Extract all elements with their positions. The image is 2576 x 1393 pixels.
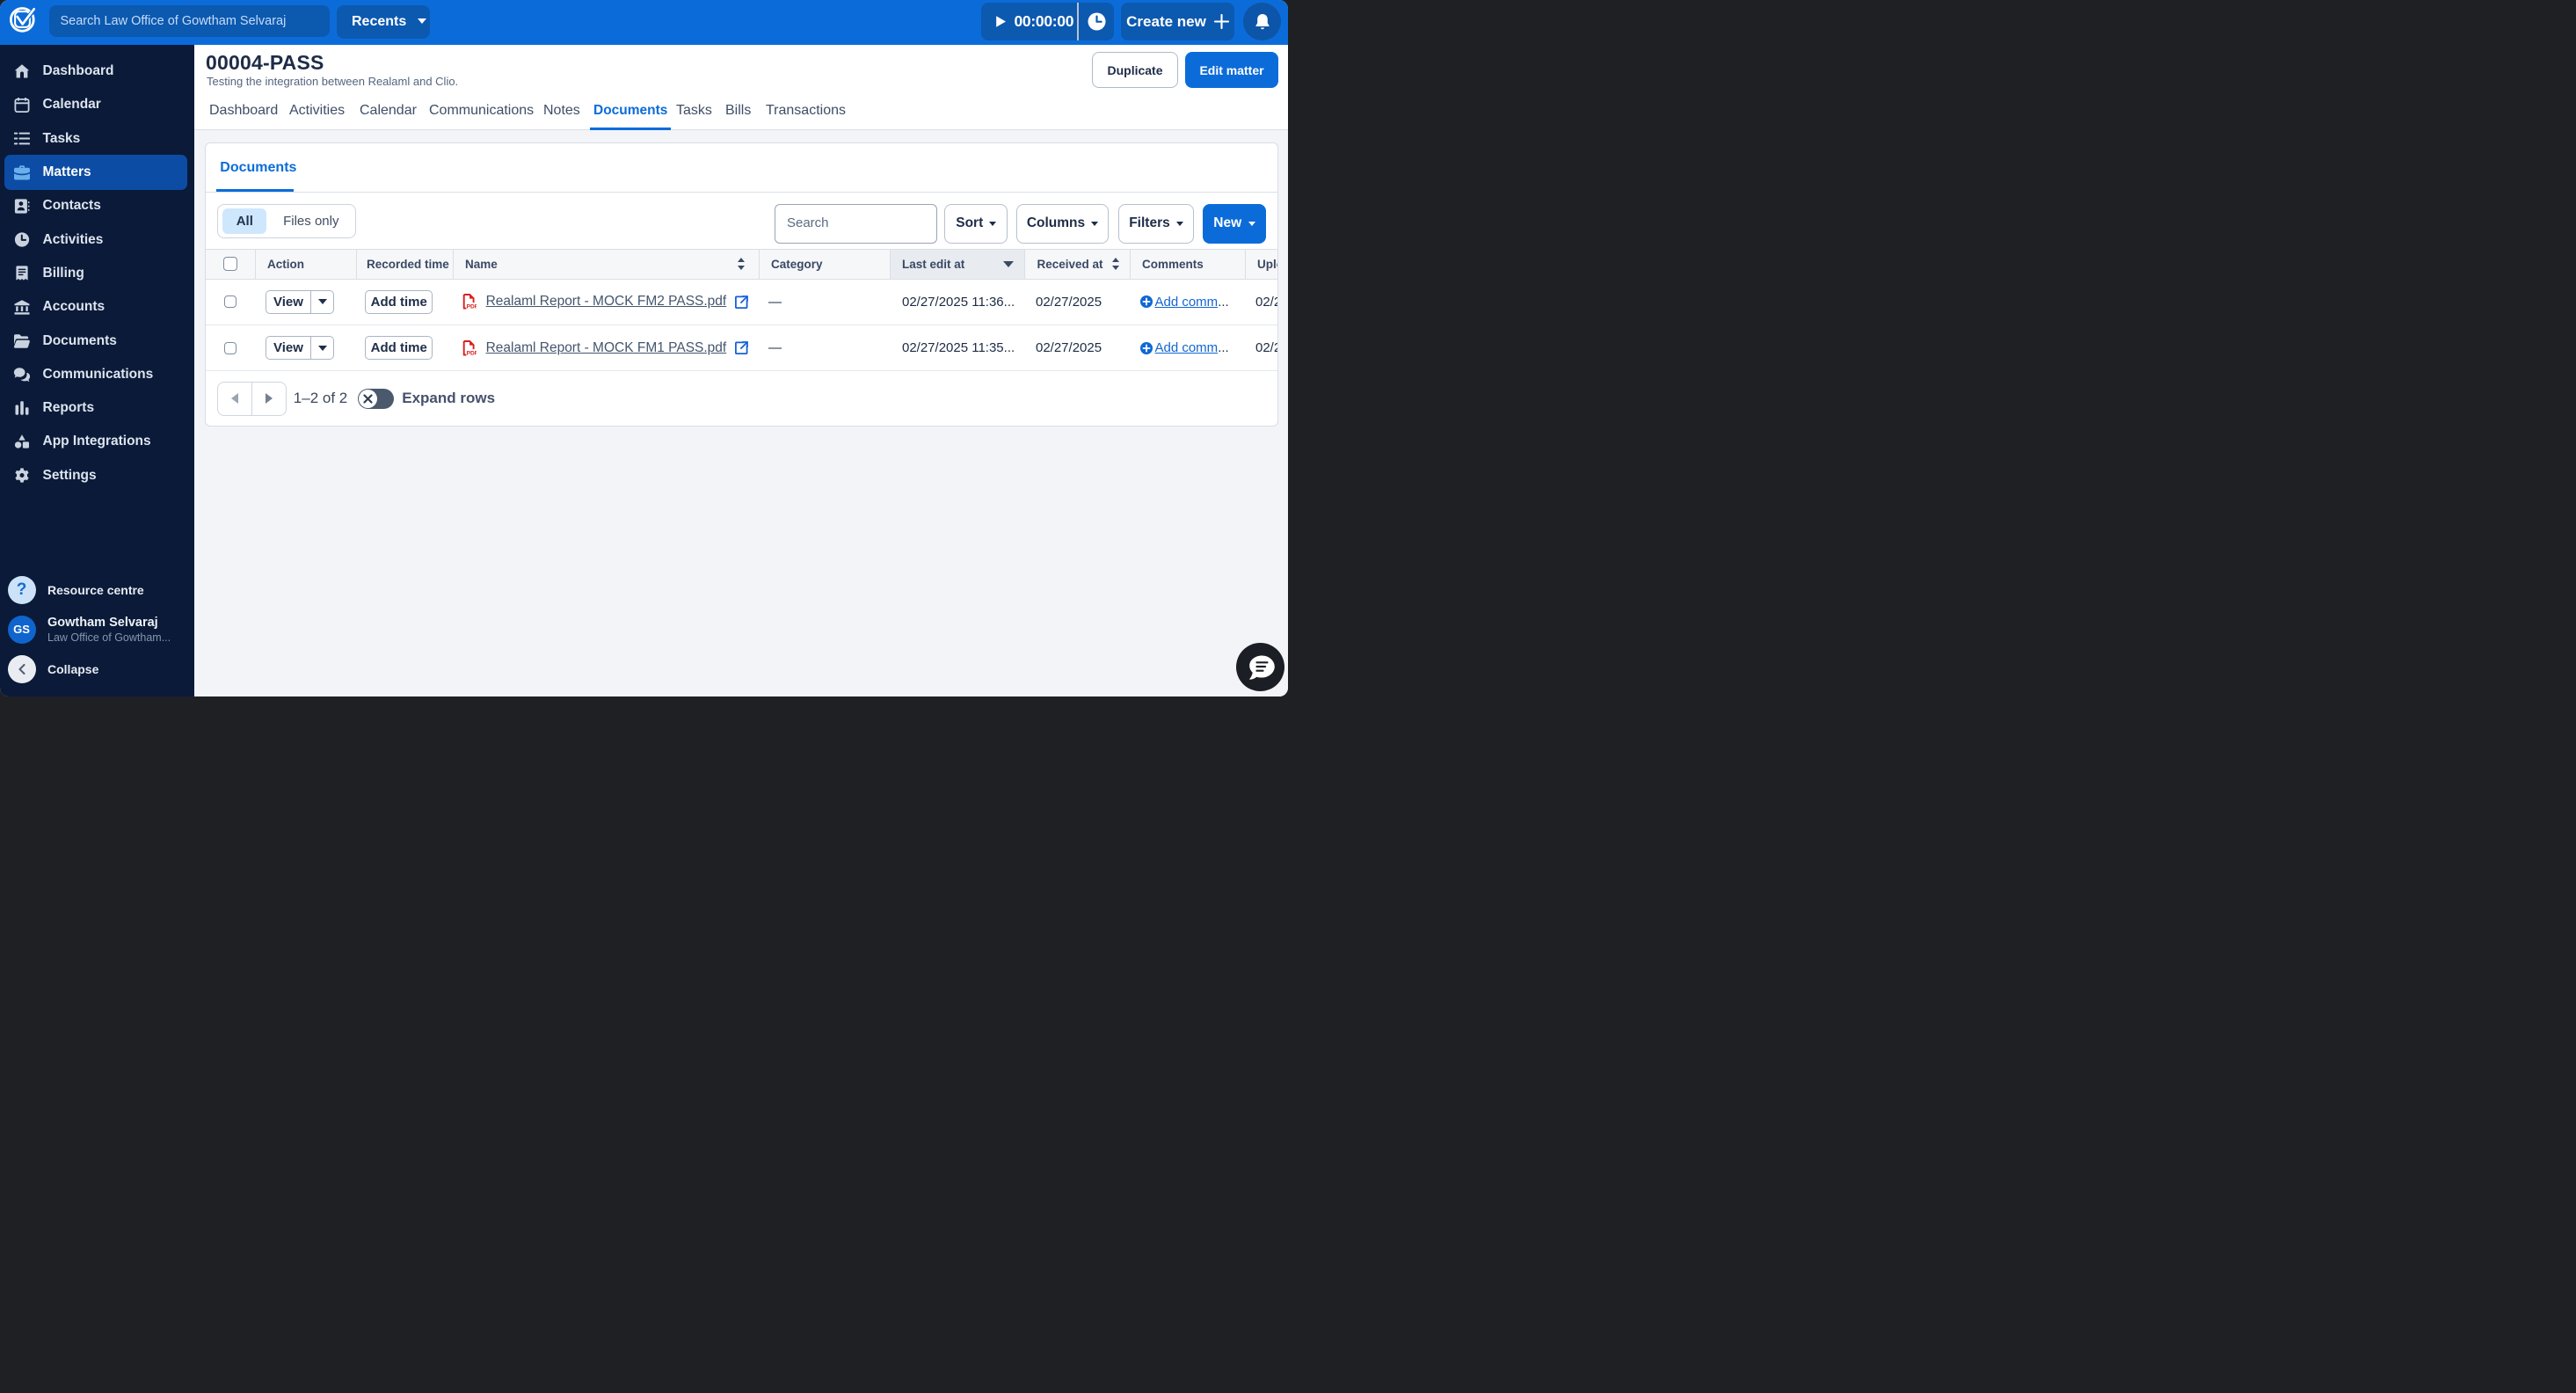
svg-text:PDF: PDF — [467, 350, 477, 356]
svg-text:PDF: PDF — [467, 304, 477, 310]
